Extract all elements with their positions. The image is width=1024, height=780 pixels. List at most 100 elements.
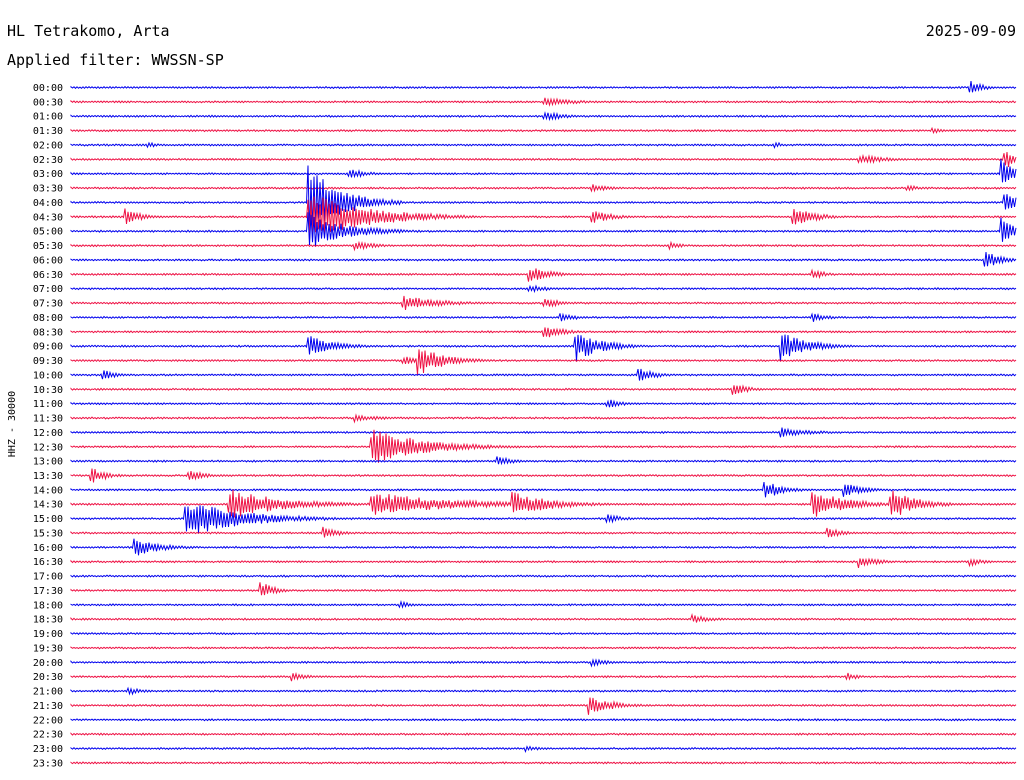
row-time-label: 17:30	[33, 586, 63, 597]
trace-rows: 00:00 00:30 01:00 01:30 02:00 02:30 03:00 03:30…	[33, 81, 1017, 769]
seismic-trace-row	[70, 429, 1017, 463]
seismic-trace-row	[70, 312, 1017, 322]
seismic-trace-row	[70, 268, 1017, 282]
seismic-trace-row	[70, 612, 1017, 623]
filter-label: Applied filter: WWSSN-SP	[7, 51, 224, 69]
seismic-trace-row	[70, 646, 1017, 650]
row-time-label: 00:00	[33, 83, 63, 94]
helicorder-plot: HL Tetrakomo, Arta 2025-09-09 Applied fi…	[7, 22, 1017, 769]
row-time-label: 13:30	[33, 471, 63, 482]
seismic-trace-row	[70, 456, 1017, 466]
row-time-label: 08:00	[33, 313, 63, 324]
seismic-trace-row	[70, 574, 1017, 578]
row-time-label: 06:30	[33, 270, 63, 281]
seismic-trace-row	[70, 718, 1017, 722]
seismic-trace-row	[70, 413, 1017, 424]
row-time-label: 01:00	[33, 112, 63, 123]
row-time-label: 17:00	[33, 572, 63, 583]
row-time-label: 13:00	[33, 457, 63, 468]
row-time-label: 10:30	[33, 385, 63, 396]
row-time-label: 07:00	[33, 284, 63, 295]
row-time-label: 10:00	[33, 370, 63, 381]
seismic-trace-row	[70, 165, 1017, 235]
row-time-label: 05:00	[33, 227, 63, 238]
seismic-trace-row	[70, 368, 1017, 381]
seismic-trace-row	[70, 126, 1017, 135]
row-time-label: 20:00	[33, 658, 63, 669]
row-time-label: 15:00	[33, 514, 63, 525]
seismic-trace-row	[70, 240, 1017, 252]
row-time-label: 18:00	[33, 600, 63, 611]
row-time-label: 23:00	[33, 744, 63, 755]
seismic-trace-row	[70, 334, 1017, 362]
seismic-trace-row	[70, 427, 1017, 438]
row-time-label: 21:00	[33, 687, 63, 698]
seismic-trace-row	[70, 468, 1017, 483]
row-time-label: 16:30	[33, 557, 63, 568]
seismic-trace-row	[70, 159, 1017, 183]
row-time-label: 09:30	[33, 356, 63, 367]
row-time-label: 04:30	[33, 212, 63, 223]
row-time-label: 11:30	[33, 414, 63, 425]
seismic-trace-row	[70, 599, 1017, 609]
seismic-trace-row	[70, 658, 1017, 668]
y-axis-label: HHZ - 30000	[7, 391, 18, 457]
seismic-trace-row	[70, 399, 1017, 408]
row-time-label: 03:30	[33, 184, 63, 195]
seismic-trace-row	[70, 97, 1017, 107]
row-time-label: 20:30	[33, 672, 63, 683]
row-time-label: 22:30	[33, 730, 63, 741]
row-time-label: 08:30	[33, 327, 63, 338]
seismic-trace-row	[70, 111, 1017, 122]
seismic-trace-row	[70, 732, 1017, 736]
seismic-trace-row	[70, 538, 1017, 556]
seismic-trace-row	[70, 151, 1017, 167]
row-time-label: 12:30	[33, 442, 63, 453]
seismic-trace-row	[70, 349, 1017, 375]
row-time-label: 06:00	[33, 255, 63, 266]
seismic-trace-row	[70, 81, 1017, 93]
seismic-trace-row	[70, 252, 1017, 267]
row-time-label: 19:30	[33, 643, 63, 654]
row-time-label: 07:30	[33, 299, 63, 310]
date-label: 2025-09-09	[926, 22, 1016, 40]
row-time-label: 22:00	[33, 715, 63, 726]
seismic-trace-row	[70, 482, 1017, 498]
seismic-trace-row	[70, 505, 1017, 533]
row-time-label: 16:00	[33, 543, 63, 554]
row-time-label: 14:30	[33, 500, 63, 511]
row-time-label: 00:30	[33, 97, 63, 108]
row-time-label: 01:30	[33, 126, 63, 137]
row-time-label: 03:00	[33, 169, 63, 180]
seismic-trace-row	[70, 384, 1017, 395]
station-title: HL Tetrakomo, Arta	[7, 22, 170, 40]
row-time-label: 23:30	[33, 758, 63, 769]
seismic-trace-row	[70, 582, 1017, 596]
seismic-trace-row	[70, 745, 1017, 753]
row-time-label: 04:00	[33, 198, 63, 209]
seismic-trace-row	[70, 295, 1017, 310]
row-time-label: 11:00	[33, 399, 63, 410]
seismic-trace-row	[70, 672, 1017, 682]
row-time-label: 02:00	[33, 140, 63, 151]
seismic-trace-row	[70, 327, 1017, 338]
row-time-label: 05:30	[33, 241, 63, 252]
seismic-trace-row	[70, 697, 1017, 715]
seismic-trace-row	[70, 526, 1017, 538]
row-time-label: 18:30	[33, 615, 63, 626]
seismic-trace-row	[70, 284, 1017, 294]
seismic-trace-row	[70, 557, 1017, 569]
row-time-label: 12:00	[33, 428, 63, 439]
seismic-trace-row	[70, 761, 1017, 765]
row-time-label: 02:30	[33, 155, 63, 166]
row-time-label: 14:00	[33, 485, 63, 496]
row-time-label: 09:00	[33, 342, 63, 353]
row-time-label: 19:00	[33, 629, 63, 640]
row-time-label: 21:30	[33, 701, 63, 712]
seismic-trace-row	[70, 686, 1017, 696]
row-time-label: 15:30	[33, 528, 63, 539]
seismic-trace-row	[70, 141, 1017, 150]
seismogram-helicorder: HL Tetrakomo, Arta 2025-09-09 Applied fi…	[0, 0, 1024, 780]
seismic-trace-row	[70, 631, 1017, 636]
seismic-trace-row	[70, 184, 1017, 193]
